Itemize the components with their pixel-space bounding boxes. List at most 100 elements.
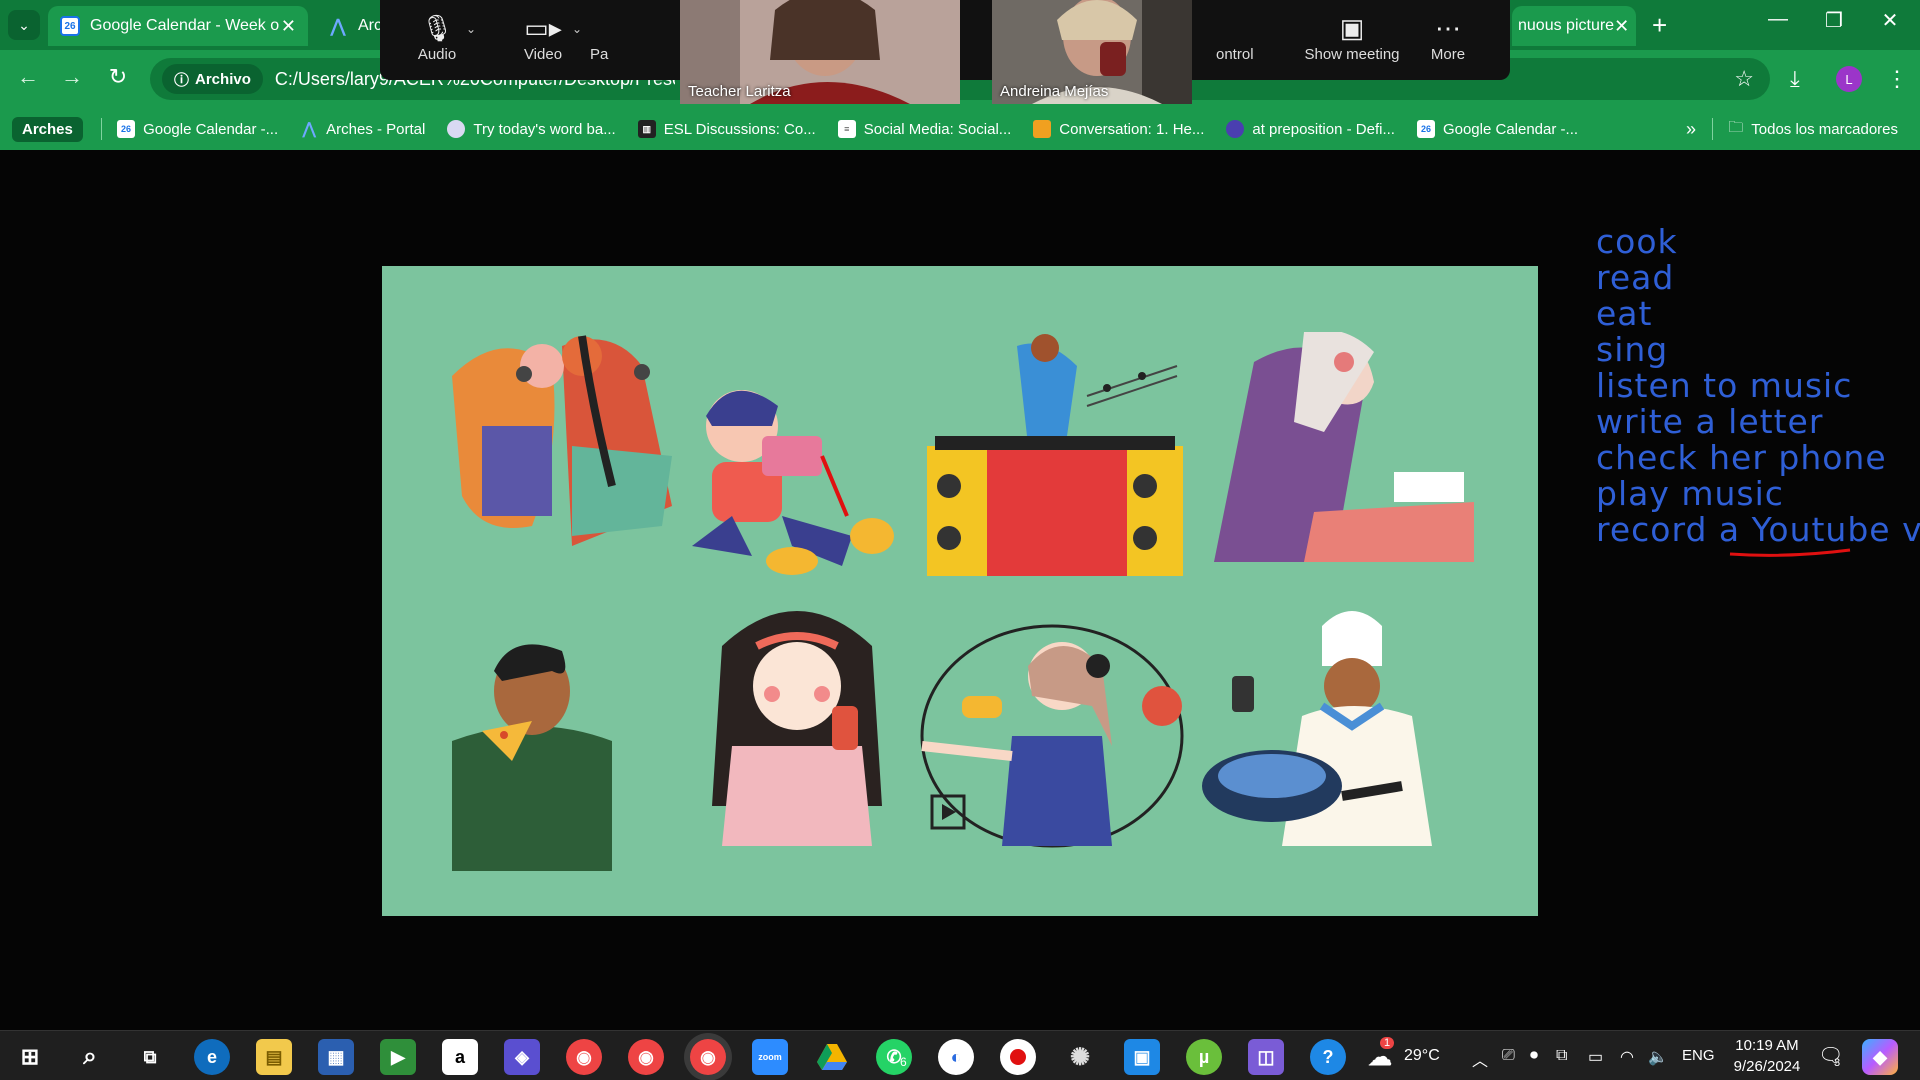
- tab-google-calendar[interactable]: 26 Google Calendar - Week o ✕: [48, 6, 308, 46]
- whatsapp-badge: 6: [900, 1055, 907, 1069]
- download-icon[interactable]: ⤓: [1790, 66, 1800, 92]
- chevron-down-icon[interactable]: ⌄: [466, 22, 476, 36]
- meet-icon[interactable]: ▶: [380, 1039, 416, 1075]
- chrome-icon[interactable]: ◉: [566, 1039, 602, 1075]
- tab-label: nuous picture: [1518, 17, 1615, 34]
- file-explorer-icon[interactable]: ▤: [256, 1039, 292, 1075]
- show-meeting-button[interactable]: ▣ Show meeting: [1292, 10, 1412, 63]
- participants-button[interactable]: Pa: [590, 10, 630, 63]
- wifi-icon[interactable]: ◠: [1620, 1047, 1634, 1067]
- search-icon[interactable]: ⌕: [72, 1039, 108, 1075]
- audio-button[interactable]: 🎙 Audio: [392, 10, 482, 63]
- presentation-slide: [382, 266, 1538, 916]
- tab-continuous-picture[interactable]: nuous picture ✕: [1512, 6, 1636, 46]
- esl-icon: ▥: [637, 120, 656, 138]
- volume-icon[interactable]: 🔈: [1648, 1047, 1668, 1067]
- new-tab-button[interactable]: +: [1652, 10, 1667, 41]
- bookmark-google-calendar-2[interactable]: 26 Google Calendar -...: [1416, 120, 1578, 138]
- calendar-icon: 26: [60, 16, 80, 36]
- forward-icon[interactable]: →: [56, 64, 88, 90]
- weather-temperature[interactable]: 29°C: [1404, 1047, 1440, 1065]
- bookmark-word-game[interactable]: Try today's word ba...: [447, 120, 616, 138]
- note-item: read: [1596, 258, 1675, 297]
- edge-icon[interactable]: e: [194, 1039, 230, 1075]
- bookmark-arches-portal[interactable]: ⋀ Arches - Portal: [300, 120, 426, 139]
- site-info-chip[interactable]: ⓘ Archivo: [162, 64, 263, 94]
- amazon-icon[interactable]: a: [442, 1039, 478, 1075]
- all-bookmarks-folder[interactable]: 🗀 Todos los marcadores: [1728, 117, 1898, 142]
- windows-start-icon[interactable]: ⊞: [12, 1039, 48, 1075]
- screen: ⌄ 26 Google Calendar - Week o ✕ ⋀ Arch n…: [0, 0, 1920, 1080]
- system-clock[interactable]: 10:19 AM 9/26/2024: [1722, 1035, 1812, 1077]
- control-panel-icon[interactable]: ▣: [1124, 1039, 1160, 1075]
- vpn-icon[interactable]: ◐: [938, 1039, 974, 1075]
- note-item: eat: [1596, 294, 1653, 333]
- bookmark-social-media[interactable]: ≡ Social Media: Social...: [837, 120, 1011, 138]
- microsoft-store-icon[interactable]: ▦: [318, 1039, 354, 1075]
- google-drive-icon[interactable]: [814, 1039, 850, 1075]
- folder-icon: 🗀: [1728, 118, 1744, 136]
- bookmark-conversation[interactable]: Conversation: 1. He...: [1033, 120, 1204, 138]
- note-item: write a letter: [1596, 402, 1824, 441]
- reload-icon[interactable]: ↻: [102, 64, 134, 90]
- participant-video-andreina[interactable]: Andreina Mejías: [992, 0, 1192, 104]
- screen-recorder-icon[interactable]: [1000, 1039, 1036, 1075]
- close-window-button[interactable]: ✕: [1870, 8, 1910, 33]
- show-meeting-icon: ▣: [1339, 13, 1365, 43]
- arches-icon: ⋀: [330, 15, 346, 36]
- bookmark-arches-folder[interactable]: Arches: [12, 116, 83, 142]
- bookmark-at-preposition[interactable]: at preposition - Defi...: [1226, 120, 1395, 138]
- copilot-tray-icon[interactable]: ◆: [1862, 1039, 1898, 1075]
- chrome-profile-icon[interactable]: ◉: [628, 1039, 664, 1075]
- reading-boy-illustration: [692, 390, 894, 575]
- clock-date: 9/26/2024: [1733, 1058, 1801, 1075]
- profile-avatar[interactable]: L: [1836, 66, 1862, 92]
- red-underline-annotation: [1729, 548, 1851, 557]
- zoom-meeting-bar: 🎙 Audio ⌄ ▭▸ Video ⌄ Pa ▬ ⋮⋮ ⤢ Tea: [380, 0, 1510, 104]
- chevron-down-icon[interactable]: ⌄: [572, 22, 582, 36]
- close-icon[interactable]: ✕: [281, 16, 296, 37]
- notes-app-icon[interactable]: ◫: [1248, 1039, 1284, 1075]
- singers-illustration: [452, 335, 672, 546]
- menu-kebab-icon[interactable]: ⋮: [1886, 66, 1908, 92]
- mic-tray-icon[interactable]: ⏺: [1530, 1047, 1538, 1065]
- calendar-icon: 26: [1416, 120, 1435, 138]
- note-item: record a Youtube vide: [1596, 510, 1920, 549]
- task-view-icon[interactable]: ⧉: [132, 1039, 168, 1075]
- minimize-button[interactable]: —: [1758, 8, 1798, 31]
- bookmark-esl-discussions[interactable]: ▥ ESL Discussions: Co...: [637, 120, 816, 138]
- help-icon[interactable]: ?: [1310, 1039, 1346, 1075]
- close-icon[interactable]: ✕: [1614, 16, 1629, 37]
- info-icon: ⓘ: [174, 71, 190, 89]
- language-indicator[interactable]: ENG: [1682, 1047, 1715, 1064]
- video-button[interactable]: ▭▸ Video: [498, 10, 588, 63]
- chef-illustration: [1202, 611, 1432, 846]
- display-tray-icon[interactable]: ⧉: [1556, 1047, 1567, 1065]
- back-icon[interactable]: ←: [12, 64, 44, 90]
- bookmark-google-calendar[interactable]: 26 Google Calendar -...: [117, 120, 278, 138]
- utorrent-icon[interactable]: µ: [1186, 1039, 1222, 1075]
- participant-name: Teacher Laritza: [688, 83, 791, 100]
- tab-search-button[interactable]: ⌄: [8, 10, 40, 40]
- calendar-icon: 26: [117, 120, 136, 138]
- doc-icon: ≡: [837, 120, 856, 138]
- battery-icon[interactable]: ▭: [1588, 1047, 1603, 1067]
- chrome-active-icon[interactable]: ◉: [690, 1039, 726, 1075]
- remote-control-button[interactable]: ontrol: [1216, 10, 1276, 63]
- more-button[interactable]: ⋯ More: [1408, 10, 1488, 63]
- phone-girl-illustration: [712, 611, 882, 846]
- tab-arches[interactable]: ⋀ Arch: [316, 6, 386, 46]
- arches-icon: ⋀: [302, 121, 316, 138]
- zoom-icon[interactable]: zoom: [752, 1039, 788, 1075]
- chatgpt-icon[interactable]: ✺: [1062, 1039, 1098, 1075]
- bookmarks-overflow-button[interactable]: »: [1686, 119, 1696, 140]
- chevron-up-icon[interactable]: ︿: [1472, 1047, 1488, 1071]
- bookmarks-bar: Arches 26 Google Calendar -... ⋀ Arches …: [0, 108, 1920, 150]
- bookmark-star-icon[interactable]: ☆: [1734, 66, 1754, 92]
- restore-button[interactable]: ❐: [1814, 8, 1854, 33]
- participant-video-teacher[interactable]: Teacher Laritza: [680, 0, 960, 104]
- camera-tray-icon[interactable]: ⎚: [1502, 1047, 1515, 1065]
- writing-girl-illustration: [1214, 332, 1474, 562]
- word-icon: [447, 120, 466, 138]
- copilot-icon[interactable]: ◈: [504, 1039, 540, 1075]
